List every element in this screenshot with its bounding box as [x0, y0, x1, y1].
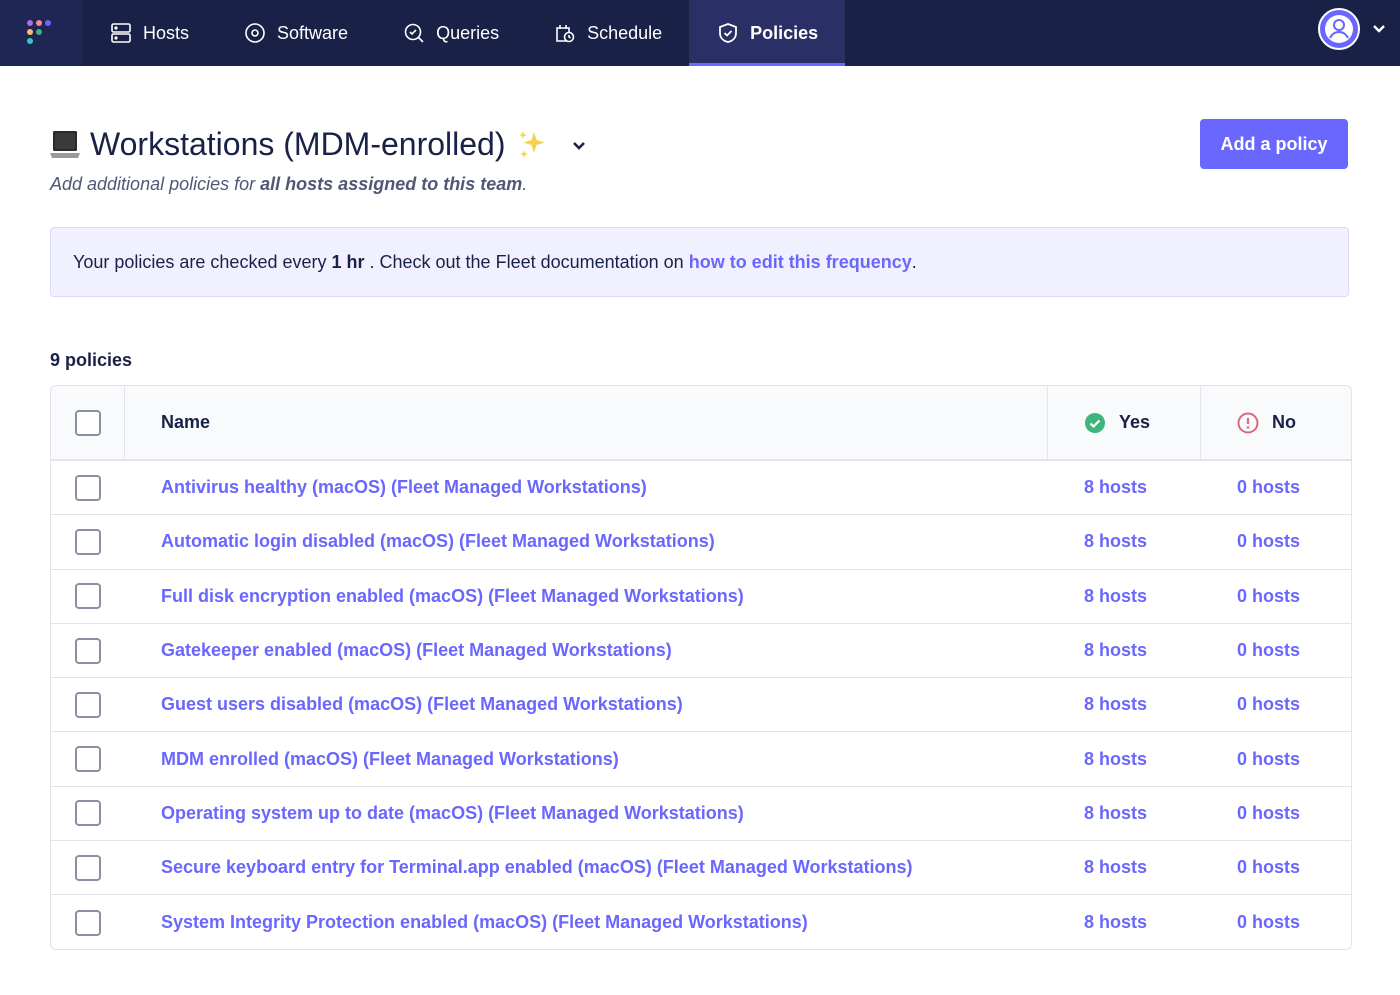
banner-middle: . Check out the Fleet documentation on [369, 251, 684, 272]
column-label-name: Name [161, 412, 211, 432]
yes-hosts-link[interactable]: 8 hosts [1048, 857, 1201, 878]
policy-name-link[interactable]: MDM enrolled (macOS) (Fleet Managed Work… [125, 749, 1048, 770]
error-circle-icon [1237, 412, 1259, 433]
no-hosts-link[interactable]: 0 hosts [1201, 912, 1351, 933]
no-hosts-link[interactable]: 0 hosts [1201, 477, 1351, 498]
table-row: Secure keyboard entry for Terminal.app e… [51, 841, 1351, 896]
queries-icon [404, 23, 424, 43]
row-checkbox[interactable] [75, 909, 101, 936]
policy-name-link[interactable]: Secure keyboard entry for Terminal.app e… [125, 857, 1048, 878]
no-hosts-link[interactable]: 0 hosts [1201, 694, 1351, 715]
table-row: System Integrity Protection enabled (mac… [51, 895, 1351, 949]
column-header-no[interactable]: No [1201, 386, 1351, 459]
nav-label-queries: Queries [436, 22, 500, 43]
row-checkbox[interactable] [75, 691, 101, 718]
add-policy-button[interactable]: Add a policy [1200, 119, 1348, 169]
nav-label-policies: Policies [750, 22, 819, 43]
sparkles-icon [518, 131, 544, 158]
info-banner: Your policies are checked every 1 hr. Ch… [50, 227, 1349, 297]
table-row: Gatekeeper enabled (macOS) (Fleet Manage… [51, 624, 1351, 679]
policy-name-link[interactable]: Gatekeeper enabled (macOS) (Fleet Manage… [125, 640, 1048, 661]
policy-name-link[interactable]: Operating system up to date (macOS) (Fle… [125, 803, 1048, 824]
table-row: Guest users disabled (macOS) (Fleet Mana… [51, 678, 1351, 733]
nav-item-schedule[interactable]: Schedule [526, 0, 689, 66]
nav-item-hosts[interactable]: Hosts [82, 0, 216, 66]
nav-item-queries[interactable]: Queries [375, 0, 526, 66]
nav-label-schedule: Schedule [587, 22, 663, 43]
policy-count: 9 policies [50, 350, 133, 370]
banner-suffix: . [911, 251, 917, 272]
column-header-yes[interactable]: Yes [1048, 386, 1201, 459]
policy-name-link[interactable]: System Integrity Protection enabled (mac… [125, 912, 1048, 933]
row-checkbox[interactable] [75, 474, 101, 501]
subtitle-suffix: . [522, 174, 528, 194]
software-icon [245, 23, 265, 43]
column-label-yes: Yes [1119, 412, 1151, 432]
column-label-no: No [1272, 412, 1296, 432]
laptop-icon [50, 131, 80, 158]
banner-prefix: Your policies are checked every [73, 251, 327, 272]
policy-name-link[interactable]: Full disk encryption enabled (macOS) (Fl… [125, 586, 1048, 607]
no-hosts-link[interactable]: 0 hosts [1201, 857, 1351, 878]
no-hosts-link[interactable]: 0 hosts [1201, 749, 1351, 770]
row-checkbox[interactable] [75, 583, 101, 610]
fleet-logo[interactable] [0, 0, 82, 66]
select-all-checkbox[interactable] [74, 409, 101, 436]
banner-frequency: 1 hr [331, 251, 365, 272]
user-icon [1325, 15, 1353, 43]
subtitle-prefix: Add additional policies for [50, 174, 256, 194]
column-header-name[interactable]: Name [125, 386, 1048, 459]
policy-name-link[interactable]: Guest users disabled (macOS) (Fleet Mana… [125, 694, 1048, 715]
row-checkbox[interactable] [75, 854, 101, 881]
yes-hosts-link[interactable]: 8 hosts [1048, 803, 1201, 824]
table-header: Name Yes No [51, 386, 1351, 461]
nav-item-software[interactable]: Software [216, 0, 375, 66]
table-row: MDM enrolled (macOS) (Fleet Managed Work… [51, 732, 1351, 787]
table-row: Operating system up to date (macOS) (Fle… [51, 787, 1351, 842]
yes-hosts-link[interactable]: 8 hosts [1048, 477, 1201, 498]
row-checkbox[interactable] [75, 800, 101, 827]
chevron-down-icon[interactable] [1372, 24, 1386, 34]
policy-name-link[interactable]: Automatic login disabled (macOS) (Fleet … [125, 531, 1048, 552]
nav-label-hosts: Hosts [143, 22, 190, 43]
yes-hosts-link[interactable]: 8 hosts [1048, 586, 1201, 607]
team-dropdown-chevron-icon[interactable] [572, 141, 586, 151]
yes-hosts-link[interactable]: 8 hosts [1048, 749, 1201, 770]
no-hosts-link[interactable]: 0 hosts [1201, 531, 1351, 552]
yes-hosts-link[interactable]: 8 hosts [1048, 912, 1201, 933]
user-menu[interactable] [1318, 8, 1386, 50]
policy-name-link[interactable]: Antivirus healthy (macOS) (Fleet Managed… [125, 477, 1048, 498]
nav-item-policies[interactable]: Policies [689, 0, 846, 66]
no-hosts-link[interactable]: 0 hosts [1201, 586, 1351, 607]
table-row: Full disk encryption enabled (macOS) (Fl… [51, 570, 1351, 624]
nav-label-software: Software [277, 22, 349, 43]
yes-hosts-link[interactable]: 8 hosts [1048, 640, 1201, 661]
no-hosts-link[interactable]: 0 hosts [1201, 640, 1351, 661]
policies-icon [719, 23, 738, 43]
page-subtitle: Add additional policies for all hosts as… [50, 174, 1350, 195]
header-checkbox-cell [51, 386, 125, 459]
table-row: Antivirus healthy (macOS) (Fleet Managed… [51, 461, 1351, 516]
schedule-icon [556, 25, 575, 43]
yes-hosts-link[interactable]: 8 hosts [1048, 531, 1201, 552]
no-hosts-link[interactable]: 0 hosts [1201, 803, 1351, 824]
top-navigation: Hosts Software Queries Schedule Policies [0, 0, 1400, 66]
page-header: Workstations (MDM-enrolled) Add addition… [50, 119, 1350, 195]
check-circle-icon [1085, 412, 1105, 433]
edit-frequency-link[interactable]: how to edit this frequency [689, 252, 912, 273]
subtitle-bold: all hosts assigned to this team [260, 174, 523, 194]
policies-table: Name Yes No Antivirus healthy (macOS) (F… [50, 385, 1352, 950]
avatar[interactable] [1318, 8, 1360, 50]
row-checkbox[interactable] [75, 746, 101, 773]
row-checkbox[interactable] [75, 637, 101, 664]
row-checkbox[interactable] [75, 528, 101, 555]
yes-hosts-link[interactable]: 8 hosts [1048, 694, 1201, 715]
table-row: Automatic login disabled (macOS) (Fleet … [51, 515, 1351, 570]
hosts-icon [111, 23, 131, 43]
page-title: Workstations (MDM-enrolled) [90, 125, 506, 162]
